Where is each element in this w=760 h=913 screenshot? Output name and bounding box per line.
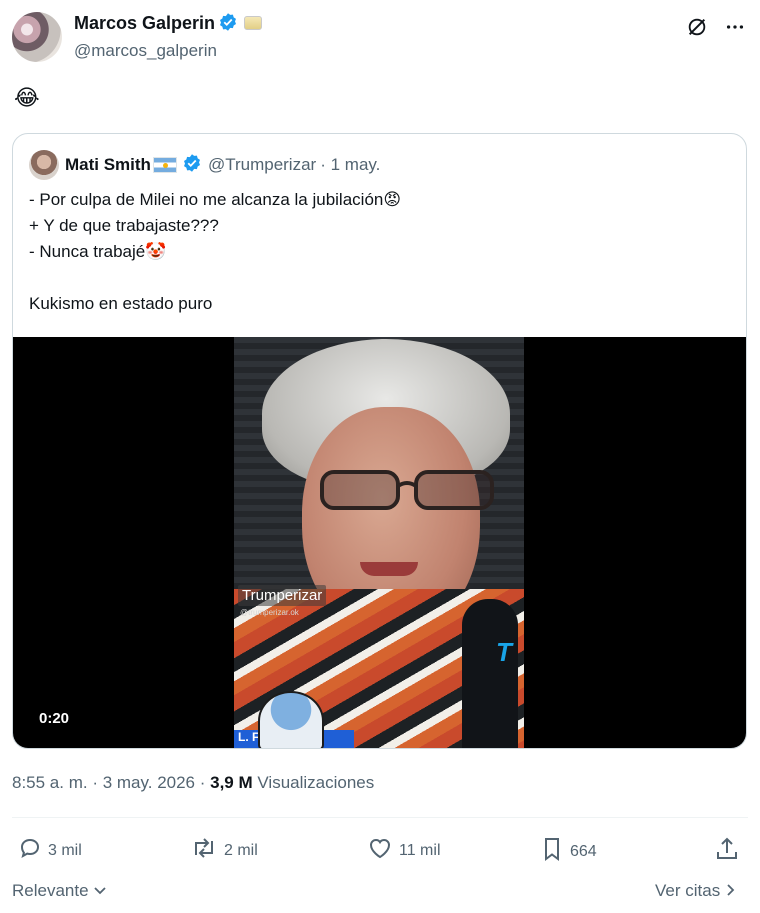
quoted-post-date[interactable]: · 1 may. bbox=[320, 155, 380, 175]
tn-logo: T bbox=[496, 637, 512, 667]
views-label: Visualizaciones bbox=[252, 773, 375, 792]
quoted-author-name[interactable]: Mati Smith bbox=[65, 155, 151, 175]
quoted-author-handle[interactable]: @Trumperizar bbox=[208, 155, 316, 175]
author-name[interactable]: Marcos Galperin bbox=[74, 13, 215, 33]
meta-separator: · bbox=[87, 773, 103, 792]
post-date[interactable]: 3 may. 2026 bbox=[103, 773, 195, 792]
tiktok-watermark: Trumperizar bbox=[238, 585, 327, 606]
quoted-post-header: Mati Smith @Trumperizar · 1 may. bbox=[29, 150, 380, 180]
repost-icon bbox=[190, 836, 218, 865]
verified-badge-icon bbox=[218, 12, 238, 37]
post-text: 😂 bbox=[14, 86, 40, 111]
reply-count: 3 mil bbox=[48, 841, 82, 859]
verified-badge-icon bbox=[182, 153, 202, 178]
view-quotes-link[interactable]: Ver citas bbox=[655, 881, 737, 901]
like-button[interactable]: 11 mil bbox=[367, 836, 441, 865]
bookmark-button[interactable]: 664 bbox=[540, 836, 597, 867]
quoted-author-avatar[interactable] bbox=[29, 150, 59, 180]
cartoon-overlay bbox=[258, 691, 324, 748]
author-name-row[interactable]: Marcos Galperin bbox=[74, 12, 263, 37]
tiktok-watermark-sub: @trumperizar.ok bbox=[240, 608, 299, 617]
bookmark-icon bbox=[540, 836, 564, 867]
chevron-right-icon bbox=[725, 881, 737, 900]
post-meta: 8:55 a. m. · 3 may. 2026 · 3,9 M Visuali… bbox=[12, 773, 374, 793]
repost-button[interactable]: 2 mil bbox=[190, 836, 258, 865]
glasses-shape bbox=[320, 470, 494, 510]
view-quotes-label: Ver citas bbox=[655, 881, 721, 900]
like-icon bbox=[367, 836, 393, 865]
divider bbox=[12, 817, 748, 818]
video-player[interactable]: T Trumperizar @trumperizar.ok L. F... O"… bbox=[13, 337, 746, 748]
reply-icon bbox=[18, 836, 42, 865]
share-icon bbox=[714, 836, 740, 867]
share-button[interactable] bbox=[714, 836, 740, 867]
views-count: 3,9 M bbox=[210, 773, 253, 792]
author-handle[interactable]: @marcos_galperin bbox=[74, 41, 217, 61]
video-frame: T Trumperizar @trumperizar.ok L. F... O" bbox=[234, 337, 524, 748]
post-time[interactable]: 8:55 a. m. bbox=[12, 773, 88, 792]
quoted-post-card[interactable]: Mati Smith @Trumperizar · 1 may. - Por c… bbox=[12, 133, 747, 749]
repost-count: 2 mil bbox=[224, 841, 258, 859]
grok-icon[interactable] bbox=[684, 14, 710, 40]
meta-separator: · bbox=[195, 773, 211, 792]
sort-label: Relevante bbox=[12, 881, 89, 900]
bookmark-count: 664 bbox=[570, 842, 597, 860]
like-count: 11 mil bbox=[399, 841, 441, 859]
top-actions bbox=[684, 14, 748, 40]
reply-button[interactable]: 3 mil bbox=[18, 836, 82, 865]
argentina-flag-icon bbox=[152, 157, 177, 173]
video-duration: 0:20 bbox=[39, 710, 70, 727]
affiliate-badge-icon[interactable] bbox=[244, 16, 263, 30]
more-icon[interactable] bbox=[722, 14, 748, 40]
video-person-mouth bbox=[360, 562, 418, 576]
sort-replies-button[interactable]: Relevante bbox=[12, 881, 107, 901]
chevron-down-icon bbox=[93, 881, 107, 900]
microphone bbox=[462, 599, 518, 748]
quoted-post-text: - Por culpa de Milei no me alcanza la ju… bbox=[29, 190, 402, 313]
action-bar: 3 mil 2 mil 11 mil 664 bbox=[12, 836, 747, 866]
author-avatar[interactable] bbox=[12, 12, 62, 62]
